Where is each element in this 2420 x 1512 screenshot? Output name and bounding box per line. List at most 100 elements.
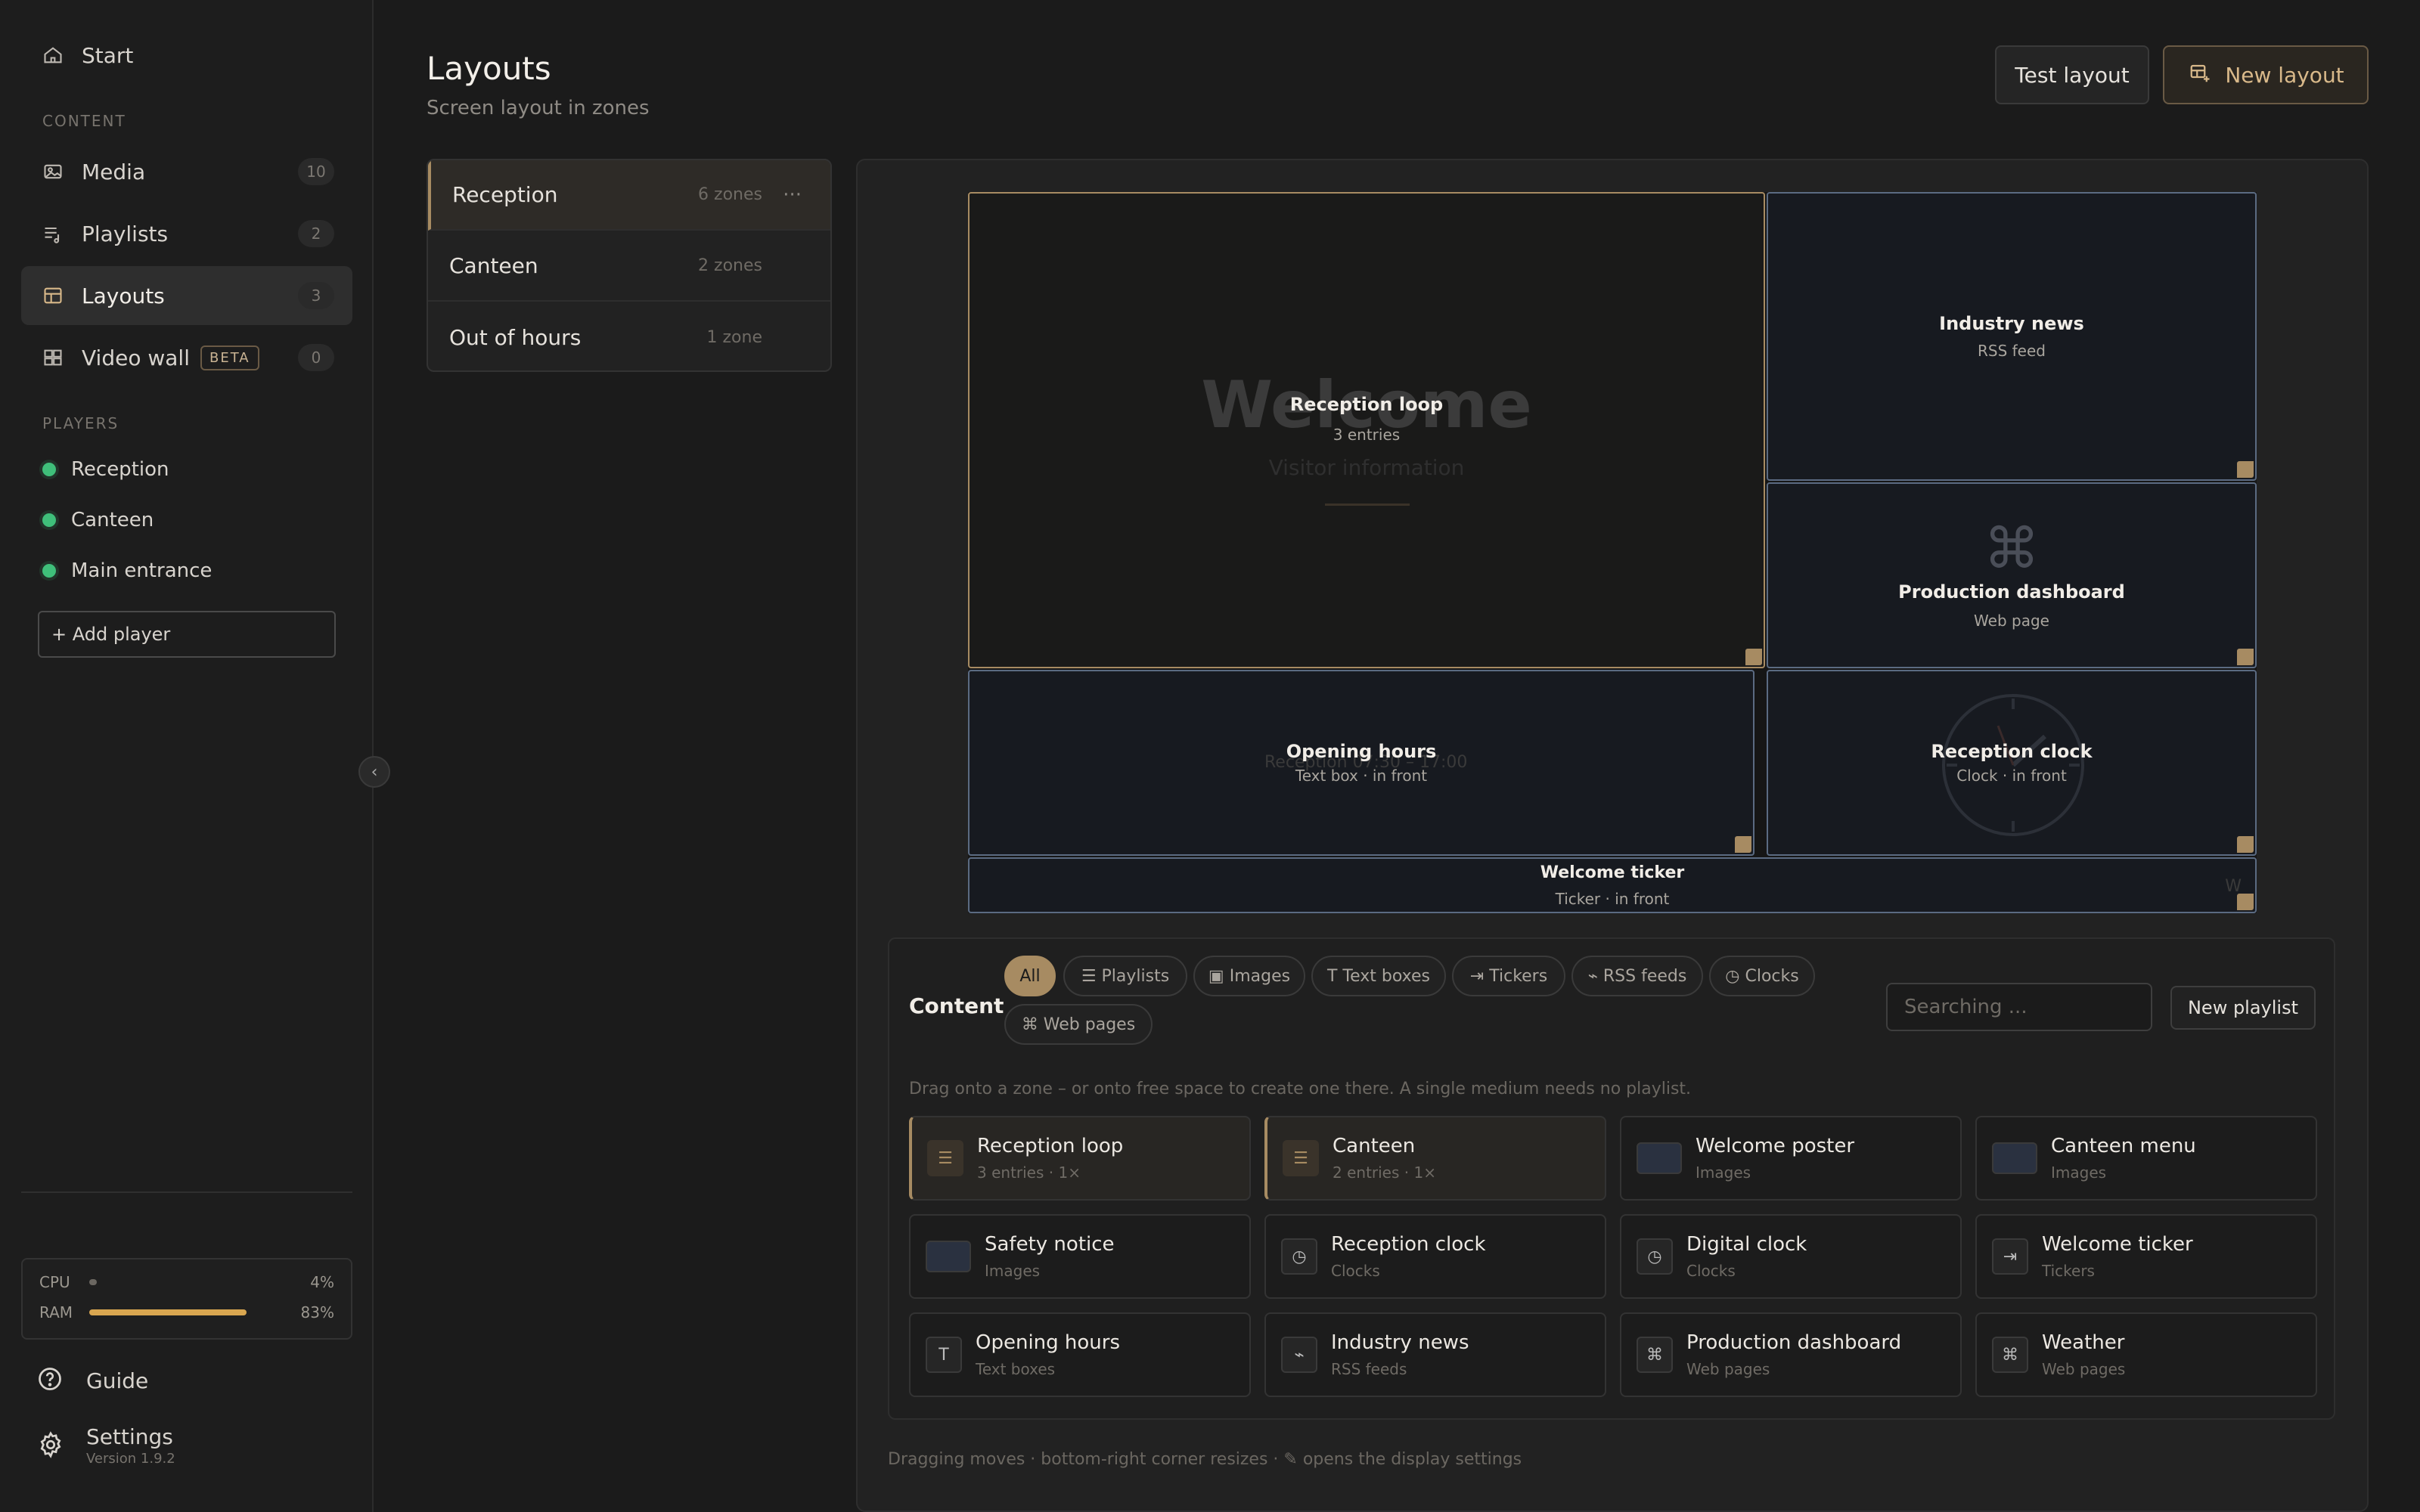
nav-layouts[interactable]: Layouts 3 (21, 266, 352, 325)
resize-handle[interactable] (1735, 836, 1751, 853)
zone-subtitle: RSS feed (1978, 342, 2046, 360)
filter-tickers[interactable]: ⇥ Tickers (1452, 956, 1565, 996)
zone-reception-loop[interactable]: Welcome Visitor information Reception lo… (968, 192, 1765, 668)
layout-item-reception[interactable]: Reception 6 zones ··· (428, 160, 830, 231)
content-card-text: Reception loop 3 entries · 1× (977, 1135, 1123, 1182)
nav-video-wall[interactable]: Video wall BETA 0 (21, 328, 352, 387)
cpu-bar (89, 1279, 278, 1285)
player-main-entrance[interactable]: Main entrance (42, 559, 212, 582)
content-card[interactable]: Canteen menu Images (1975, 1116, 2317, 1201)
content-card-subtitle: Web pages (2042, 1360, 2126, 1378)
content-card-subtitle: Images (985, 1262, 1041, 1280)
layout-name: Canteen (449, 253, 538, 278)
page-title: Layouts (427, 50, 551, 87)
search-input[interactable] (1886, 983, 2152, 1031)
content-card[interactable]: ◷ Digital clock Clocks (1620, 1214, 1962, 1299)
settings-link[interactable]: Settings Version 1.9.2 (36, 1424, 175, 1467)
more-options-icon[interactable]: ··· (783, 184, 802, 206)
guide-link[interactable]: Guide (36, 1365, 148, 1396)
filter-images[interactable]: ▣ Images (1193, 956, 1305, 996)
new-playlist-button[interactable]: New playlist (2170, 986, 2316, 1030)
zone-name: Reception loop (1289, 394, 1444, 415)
content-card-text: Opening hours Text boxes (976, 1331, 1120, 1378)
content-card[interactable]: ⇥ Welcome ticker Tickers (1975, 1214, 2317, 1299)
filter-web-pages[interactable]: ⌘ Web pages (1004, 1004, 1153, 1045)
beta-badge: BETA (200, 345, 259, 370)
layout-item-canteen[interactable]: Canteen 2 zones (428, 231, 830, 302)
content-card[interactable]: ⌁ Industry news RSS feeds (1264, 1312, 1606, 1397)
content-card[interactable]: ☰ Reception loop 3 entries · 1× (909, 1116, 1251, 1201)
zone-industry-news[interactable]: Industry news RSS feed (1767, 192, 2257, 481)
zone-name: Opening hours (1286, 741, 1437, 762)
add-player-button[interactable]: + Add player (38, 611, 336, 658)
filter-all[interactable]: All (1004, 956, 1056, 996)
test-layout-button[interactable]: Test layout (1995, 45, 2149, 104)
content-card-text: Industry news RSS feeds (1331, 1331, 1469, 1378)
content-card-text: Digital clock Clocks (1686, 1233, 1807, 1280)
image-icon (1637, 1142, 1682, 1174)
zone-welcome-ticker[interactable]: Welcome ticker Ticker · in front W (968, 857, 2257, 913)
ram-label: RAM (39, 1303, 73, 1321)
content-card-subtitle: 2 entries · 1× (1333, 1163, 1436, 1182)
content-card[interactable]: ◷ Reception clock Clocks (1264, 1214, 1606, 1299)
content-card-subtitle: Clocks (1686, 1262, 1736, 1280)
filter-playlists[interactable]: ☰ Playlists (1063, 956, 1187, 996)
nav-start[interactable]: Start (21, 26, 352, 85)
filter-text-boxes[interactable]: T Text boxes (1311, 956, 1446, 996)
layout-item-out-of-hours[interactable]: Out of hours 1 zone (428, 302, 830, 370)
resize-handle[interactable] (2237, 836, 2254, 853)
playlist-icon (39, 220, 67, 247)
content-card[interactable]: Safety notice Images (909, 1214, 1251, 1299)
preview-divider (1325, 503, 1410, 506)
zone-name: Reception clock (1931, 741, 2093, 762)
content-card-text: Reception clock Clocks (1331, 1233, 1486, 1280)
content-card-title: Safety notice (985, 1233, 1115, 1256)
guide-label: Guide (86, 1368, 149, 1393)
layout-list: Reception 6 zones ··· Canteen 2 zones Ou… (427, 159, 832, 372)
filter-clocks[interactable]: ◷ Clocks (1709, 956, 1815, 996)
content-card[interactable]: ⌘ Weather Web pages (1975, 1312, 2317, 1397)
cpu-label: CPU (39, 1273, 70, 1291)
resize-handle[interactable] (2237, 649, 2254, 665)
web-page-icon: ⌘ (1984, 516, 2040, 581)
image-icon (39, 158, 67, 185)
nav-playlists[interactable]: Playlists 2 (21, 204, 352, 263)
content-library: Content All ☰ Playlists ▣ Images T Text … (888, 937, 2335, 1420)
editor-hint: Dragging moves · bottom-right corner res… (888, 1450, 1522, 1469)
nav-media[interactable]: Media 10 (21, 142, 352, 201)
layout-canvas[interactable]: Welcome Visitor information Reception lo… (968, 192, 2257, 913)
filter-rss-feeds[interactable]: ⌁ RSS feeds (1571, 956, 1703, 996)
collapse-sidebar-button[interactable]: ‹ (358, 756, 390, 788)
player-canteen[interactable]: Canteen (42, 509, 154, 531)
player-reception[interactable]: Reception (42, 458, 169, 481)
new-layout-button[interactable]: New layout (2163, 45, 2369, 104)
settings-text: Settings Version 1.9.2 (86, 1424, 175, 1467)
sidebar: Start CONTENT Media 10 Playlists 2 Layou… (0, 0, 374, 1512)
chevron-left-icon: ‹ (371, 762, 378, 782)
online-status-icon (42, 463, 56, 476)
web-icon: ⌘ (1637, 1337, 1673, 1373)
zone-subtitle: Text box · in front (1295, 767, 1428, 785)
zone-opening-hours[interactable]: Reception 07:30 – 17:00 Opening hours Te… (968, 670, 1754, 856)
content-card-text: Weather Web pages (2042, 1331, 2125, 1378)
content-card[interactable]: ☰ Canteen 2 entries · 1× (1264, 1116, 1606, 1201)
zone-production-dashboard[interactable]: ⌘ Production dashboard Web page (1767, 482, 2257, 668)
nav-start-label: Start (82, 42, 134, 68)
player-name: Main entrance (71, 559, 213, 582)
content-card-title: Reception loop (977, 1135, 1124, 1157)
resize-handle[interactable] (2237, 461, 2254, 478)
resize-handle[interactable] (1745, 649, 1762, 665)
clock-icon: ◷ (1637, 1238, 1673, 1275)
content-card-title: Weather (2042, 1331, 2125, 1354)
resize-handle[interactable] (2237, 894, 2254, 910)
content-card[interactable]: ⌘ Production dashboard Web pages (1620, 1312, 1962, 1397)
content-card[interactable]: Welcome poster Images (1620, 1116, 1962, 1201)
content-card-subtitle: 3 entries · 1× (977, 1163, 1081, 1182)
playlist-icon: ☰ (927, 1140, 963, 1176)
content-card[interactable]: T Opening hours Text boxes (909, 1312, 1251, 1397)
home-icon (39, 42, 67, 69)
sidebar-divider (21, 1191, 352, 1193)
content-card-title: Industry news (1331, 1331, 1469, 1354)
zone-reception-clock[interactable]: Reception clock Clock · in front (1767, 670, 2257, 856)
layout-zone-count: 2 zones (698, 256, 762, 275)
